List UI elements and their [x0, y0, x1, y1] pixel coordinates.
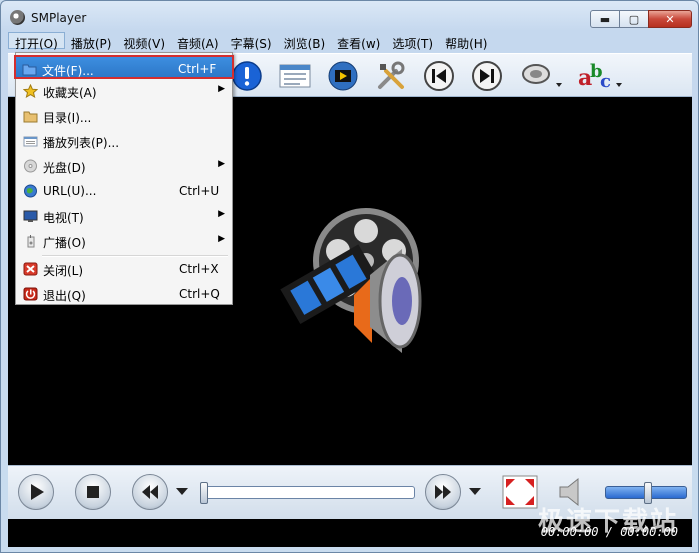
submenu-arrow-icon: ▶	[218, 84, 225, 94]
radio-icon	[27, 235, 35, 248]
playlist-window-icon[interactable]	[278, 59, 312, 93]
submenu-arrow-icon: ▶	[218, 159, 225, 169]
globe-icon	[24, 184, 37, 198]
menu-help[interactable]: 帮助(H)	[439, 32, 493, 52]
forward-button[interactable]	[425, 474, 461, 510]
rewind-icon	[142, 485, 158, 499]
star-icon	[23, 84, 38, 98]
previous-icon[interactable]	[422, 59, 456, 93]
tv-icon	[23, 210, 38, 222]
close-file-icon	[23, 262, 38, 276]
menu-item-radio[interactable]: 广播(O) ▶	[17, 229, 231, 253]
menu-item-favorites[interactable]: 收藏夹(A) ▶	[17, 79, 231, 103]
title-bar[interactable]: SMPlayer ▬ ▢ ✕	[1, 1, 698, 33]
close-button[interactable]: ✕	[648, 10, 692, 28]
svg-text:c: c	[600, 71, 611, 92]
window-title: SMPlayer	[31, 11, 87, 25]
menu-item-tv[interactable]: 电视(T) ▶	[17, 204, 231, 228]
next-icon[interactable]	[470, 59, 504, 93]
watermark: 极速下载站	[537, 507, 678, 537]
minimize-button[interactable]: ▬	[590, 10, 620, 28]
folder-icon	[22, 64, 37, 76]
submenu-arrow-icon: ▶	[218, 209, 225, 219]
stop-icon	[87, 486, 99, 498]
smplayer-window: SMPlayer ▬ ▢ ✕ 打开(O) 播放(P) 视频(V) 音频(A) 字…	[0, 0, 699, 553]
play-button[interactable]	[18, 474, 54, 510]
quit-icon	[23, 287, 38, 301]
volume-slider[interactable]	[605, 482, 687, 504]
menu-item-playlist[interactable]: 播放列表(P)...	[17, 129, 231, 153]
maximize-button[interactable]: ▢	[619, 10, 649, 28]
menu-item-quit[interactable]: 退出(Q) Ctrl+Q	[17, 282, 231, 306]
menu-play[interactable]: 播放(P)	[65, 32, 118, 52]
menu-view[interactable]: 查看(w)	[331, 32, 386, 52]
stop-button[interactable]	[75, 474, 111, 510]
menu-item-file[interactable]: 文件(F)... Ctrl+F	[14, 55, 234, 79]
menu-options[interactable]: 选项(T)	[386, 32, 439, 52]
menu-item-directory[interactable]: 目录(I)...	[17, 104, 231, 128]
tools-icon[interactable]	[374, 59, 408, 93]
menu-open[interactable]: 打开(O)	[8, 32, 65, 51]
menu-item-url[interactable]: URL(U)... Ctrl+U	[17, 179, 231, 203]
submenu-arrow-icon: ▶	[218, 234, 225, 244]
play-icon	[31, 484, 44, 500]
forward-icon	[435, 485, 451, 499]
menu-video[interactable]: 视频(V)	[117, 32, 171, 52]
fullscreen-icon[interactable]	[502, 475, 538, 509]
rewind-menu-arrow-icon[interactable]	[175, 486, 189, 496]
seek-handle[interactable]	[200, 482, 208, 504]
rewind-button[interactable]	[132, 474, 168, 510]
subtitle-track-icon[interactable]: a b c	[576, 59, 624, 93]
window-controls: ▬ ▢ ✕	[590, 10, 692, 28]
menu-audio[interactable]: 音频(A)	[171, 32, 225, 52]
menu-browse[interactable]: 浏览(B)	[278, 32, 332, 52]
seek-slider[interactable]	[200, 482, 415, 504]
menu-bar: 打开(O) 播放(P) 视频(V) 音频(A) 字幕(S) 浏览(B) 查看(w…	[8, 32, 692, 52]
forward-menu-arrow-icon[interactable]	[468, 486, 482, 496]
smplayer-logo-icon	[280, 208, 422, 353]
menu-item-disc[interactable]: 光盘(D) ▶	[17, 154, 231, 178]
info-icon[interactable]	[230, 59, 264, 93]
menu-subtitles[interactable]: 字幕(S)	[225, 32, 278, 52]
folder-open-icon	[23, 111, 38, 123]
smplayer-app-icon	[10, 10, 25, 25]
disc-icon	[24, 159, 37, 173]
audio-track-icon[interactable]	[520, 59, 564, 93]
media-player-icon[interactable]	[326, 59, 360, 93]
menu-item-close[interactable]: 关闭(L) Ctrl+X	[17, 257, 231, 281]
open-menu-dropdown: 文件(F)... Ctrl+F 收藏夹(A) ▶ 目录(I)... 播放列表(P…	[14, 52, 234, 306]
playlist-icon	[23, 136, 38, 147]
